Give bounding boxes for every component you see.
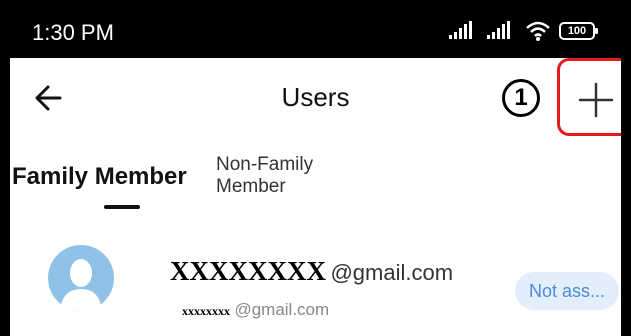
status-bar: 1:30 PM 100 — [10, 0, 621, 58]
tab-non-family-label-line2: Member — [216, 176, 286, 197]
user-sub-masked: xxxxxxxx — [182, 304, 230, 318]
signal-icon — [487, 21, 510, 39]
user-email-domain: @gmail.com — [330, 260, 454, 285]
tab-family-member[interactable]: Family Member — [12, 163, 187, 191]
battery-level: 100 — [567, 25, 587, 37]
user-email: XXXXXXXX @gmail.com — [170, 256, 453, 287]
status-time: 1:30 PM — [32, 20, 114, 45]
wifi-icon — [526, 21, 550, 41]
tab-non-family-label-line1: Non-Family — [216, 154, 314, 175]
status-badge[interactable]: Not ass... — [515, 272, 619, 310]
avatar — [48, 245, 114, 311]
user-silhouette-icon — [60, 259, 102, 311]
user-name-masked: XXXXXXXX — [170, 256, 326, 286]
step-number-badge: 1 — [502, 79, 540, 117]
battery-icon: 100 — [559, 22, 598, 40]
status-icons: 100 — [449, 20, 598, 42]
signal-icon — [449, 21, 472, 39]
app-screen: 1:30 PM 100 Users 1 Family Member Non-Fa… — [10, 0, 621, 336]
tab-active-indicator — [104, 205, 140, 209]
user-sub-domain: @gmail.com — [234, 300, 330, 319]
tab-non-family-member[interactable]: Non-Family Member — [216, 154, 356, 198]
plus-icon[interactable] — [576, 80, 616, 120]
user-secondary-email: xxxxxxxx @gmail.com — [182, 300, 329, 320]
